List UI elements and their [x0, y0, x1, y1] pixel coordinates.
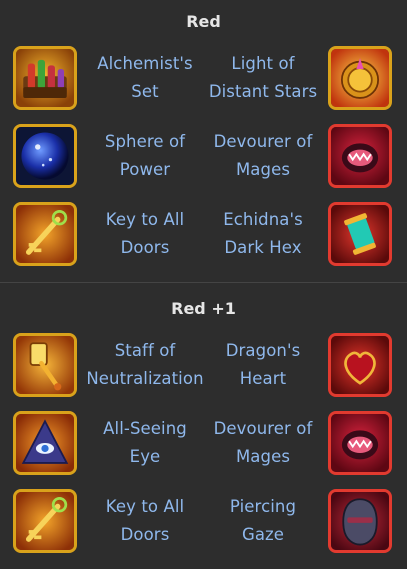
- artifact-name-line: Doors: [120, 525, 170, 544]
- artifact-row: Key to All Doors Echidna's Dark Hex: [0, 198, 407, 276]
- artifact-name[interactable]: Light of Distant Stars: [200, 42, 326, 114]
- piercing-gaze-icon[interactable]: [328, 489, 392, 553]
- artifact-name-line: Devourer of: [213, 419, 313, 438]
- key-to-all-doors-icon[interactable]: [13, 489, 77, 553]
- artifact-name-line: Heart: [239, 369, 287, 388]
- all-seeing-eye-icon[interactable]: [13, 411, 77, 475]
- artifact-name-line: Eye: [129, 447, 161, 466]
- section-title: Red +1: [171, 299, 236, 318]
- artifact-name[interactable]: Dragon's Heart: [200, 329, 326, 401]
- artifact-name-line: Power: [119, 160, 171, 179]
- artifact-name-line: Key to All: [105, 497, 185, 516]
- artifact-name-line: Light of: [231, 54, 295, 73]
- artifact-name[interactable]: All-Seeing Eye: [80, 407, 210, 479]
- echidnas-dark-hex-icon[interactable]: [328, 202, 392, 266]
- artifact-name[interactable]: Devourer of Mages: [200, 120, 326, 192]
- artifact-name-line: Gaze: [241, 525, 285, 544]
- artifact-name-line: Piercing: [229, 497, 297, 516]
- artifact-name-line: Alchemist's: [97, 54, 193, 73]
- dragons-heart-icon[interactable]: [328, 333, 392, 397]
- artifact-name-line: Sphere of: [104, 132, 186, 151]
- artifact-name-line: Mages: [235, 447, 291, 466]
- key-to-all-doors-icon[interactable]: [13, 202, 77, 266]
- artifact-name[interactable]: Key to All Doors: [80, 485, 210, 557]
- artifact-name-line: Dark Hex: [224, 238, 302, 257]
- artifact-name-line: Devourer of: [213, 132, 313, 151]
- artifact-name-line: Distant Stars: [208, 82, 318, 101]
- artifact-name-line: Staff of: [114, 341, 176, 360]
- artifact-name-line: Doors: [120, 238, 170, 257]
- devourer-of-mages-icon[interactable]: [328, 124, 392, 188]
- artifact-row: Key to All Doors Piercing Gaze: [0, 485, 407, 563]
- artifact-name-line: Echidna's: [223, 210, 303, 229]
- sphere-of-power-icon[interactable]: [13, 124, 77, 188]
- artifact-name-line: All-Seeing: [103, 419, 187, 438]
- artifact-name-line: Neutralization: [86, 369, 204, 388]
- section-title: Red: [186, 12, 221, 31]
- artifact-name-line: Set: [131, 82, 159, 101]
- artifact-row: Sphere of Power Devourer of Mages: [0, 120, 407, 198]
- section-red: Red Alchemist's Set Light of Distant Sta…: [0, 0, 407, 276]
- light-of-distant-stars-icon[interactable]: [328, 46, 392, 110]
- artifact-name[interactable]: Sphere of Power: [80, 120, 210, 192]
- section-red-plus-1: Red +1 Staff of Neutralization Dragon's …: [0, 287, 407, 563]
- artifact-row: All-Seeing Eye Devourer of Mages: [0, 407, 407, 485]
- artifact-name[interactable]: Alchemist's Set: [80, 42, 210, 114]
- artifact-name[interactable]: Devourer of Mages: [200, 407, 326, 479]
- artifact-name[interactable]: Piercing Gaze: [200, 485, 326, 557]
- artifact-name[interactable]: Staff of Neutralization: [80, 329, 210, 401]
- artifact-row: Alchemist's Set Light of Distant Stars: [0, 42, 407, 120]
- artifact-name-line: Mages: [235, 160, 291, 179]
- alchemist-set-icon[interactable]: [13, 46, 77, 110]
- artifact-name-line: Key to All: [105, 210, 185, 229]
- artifact-name[interactable]: Key to All Doors: [80, 198, 210, 270]
- devourer-of-mages-icon[interactable]: [328, 411, 392, 475]
- artifact-name-line: Dragon's: [225, 341, 301, 360]
- staff-of-neutralization-icon[interactable]: [13, 333, 77, 397]
- artifact-row: Staff of Neutralization Dragon's Heart: [0, 329, 407, 407]
- artifact-name[interactable]: Echidna's Dark Hex: [200, 198, 326, 270]
